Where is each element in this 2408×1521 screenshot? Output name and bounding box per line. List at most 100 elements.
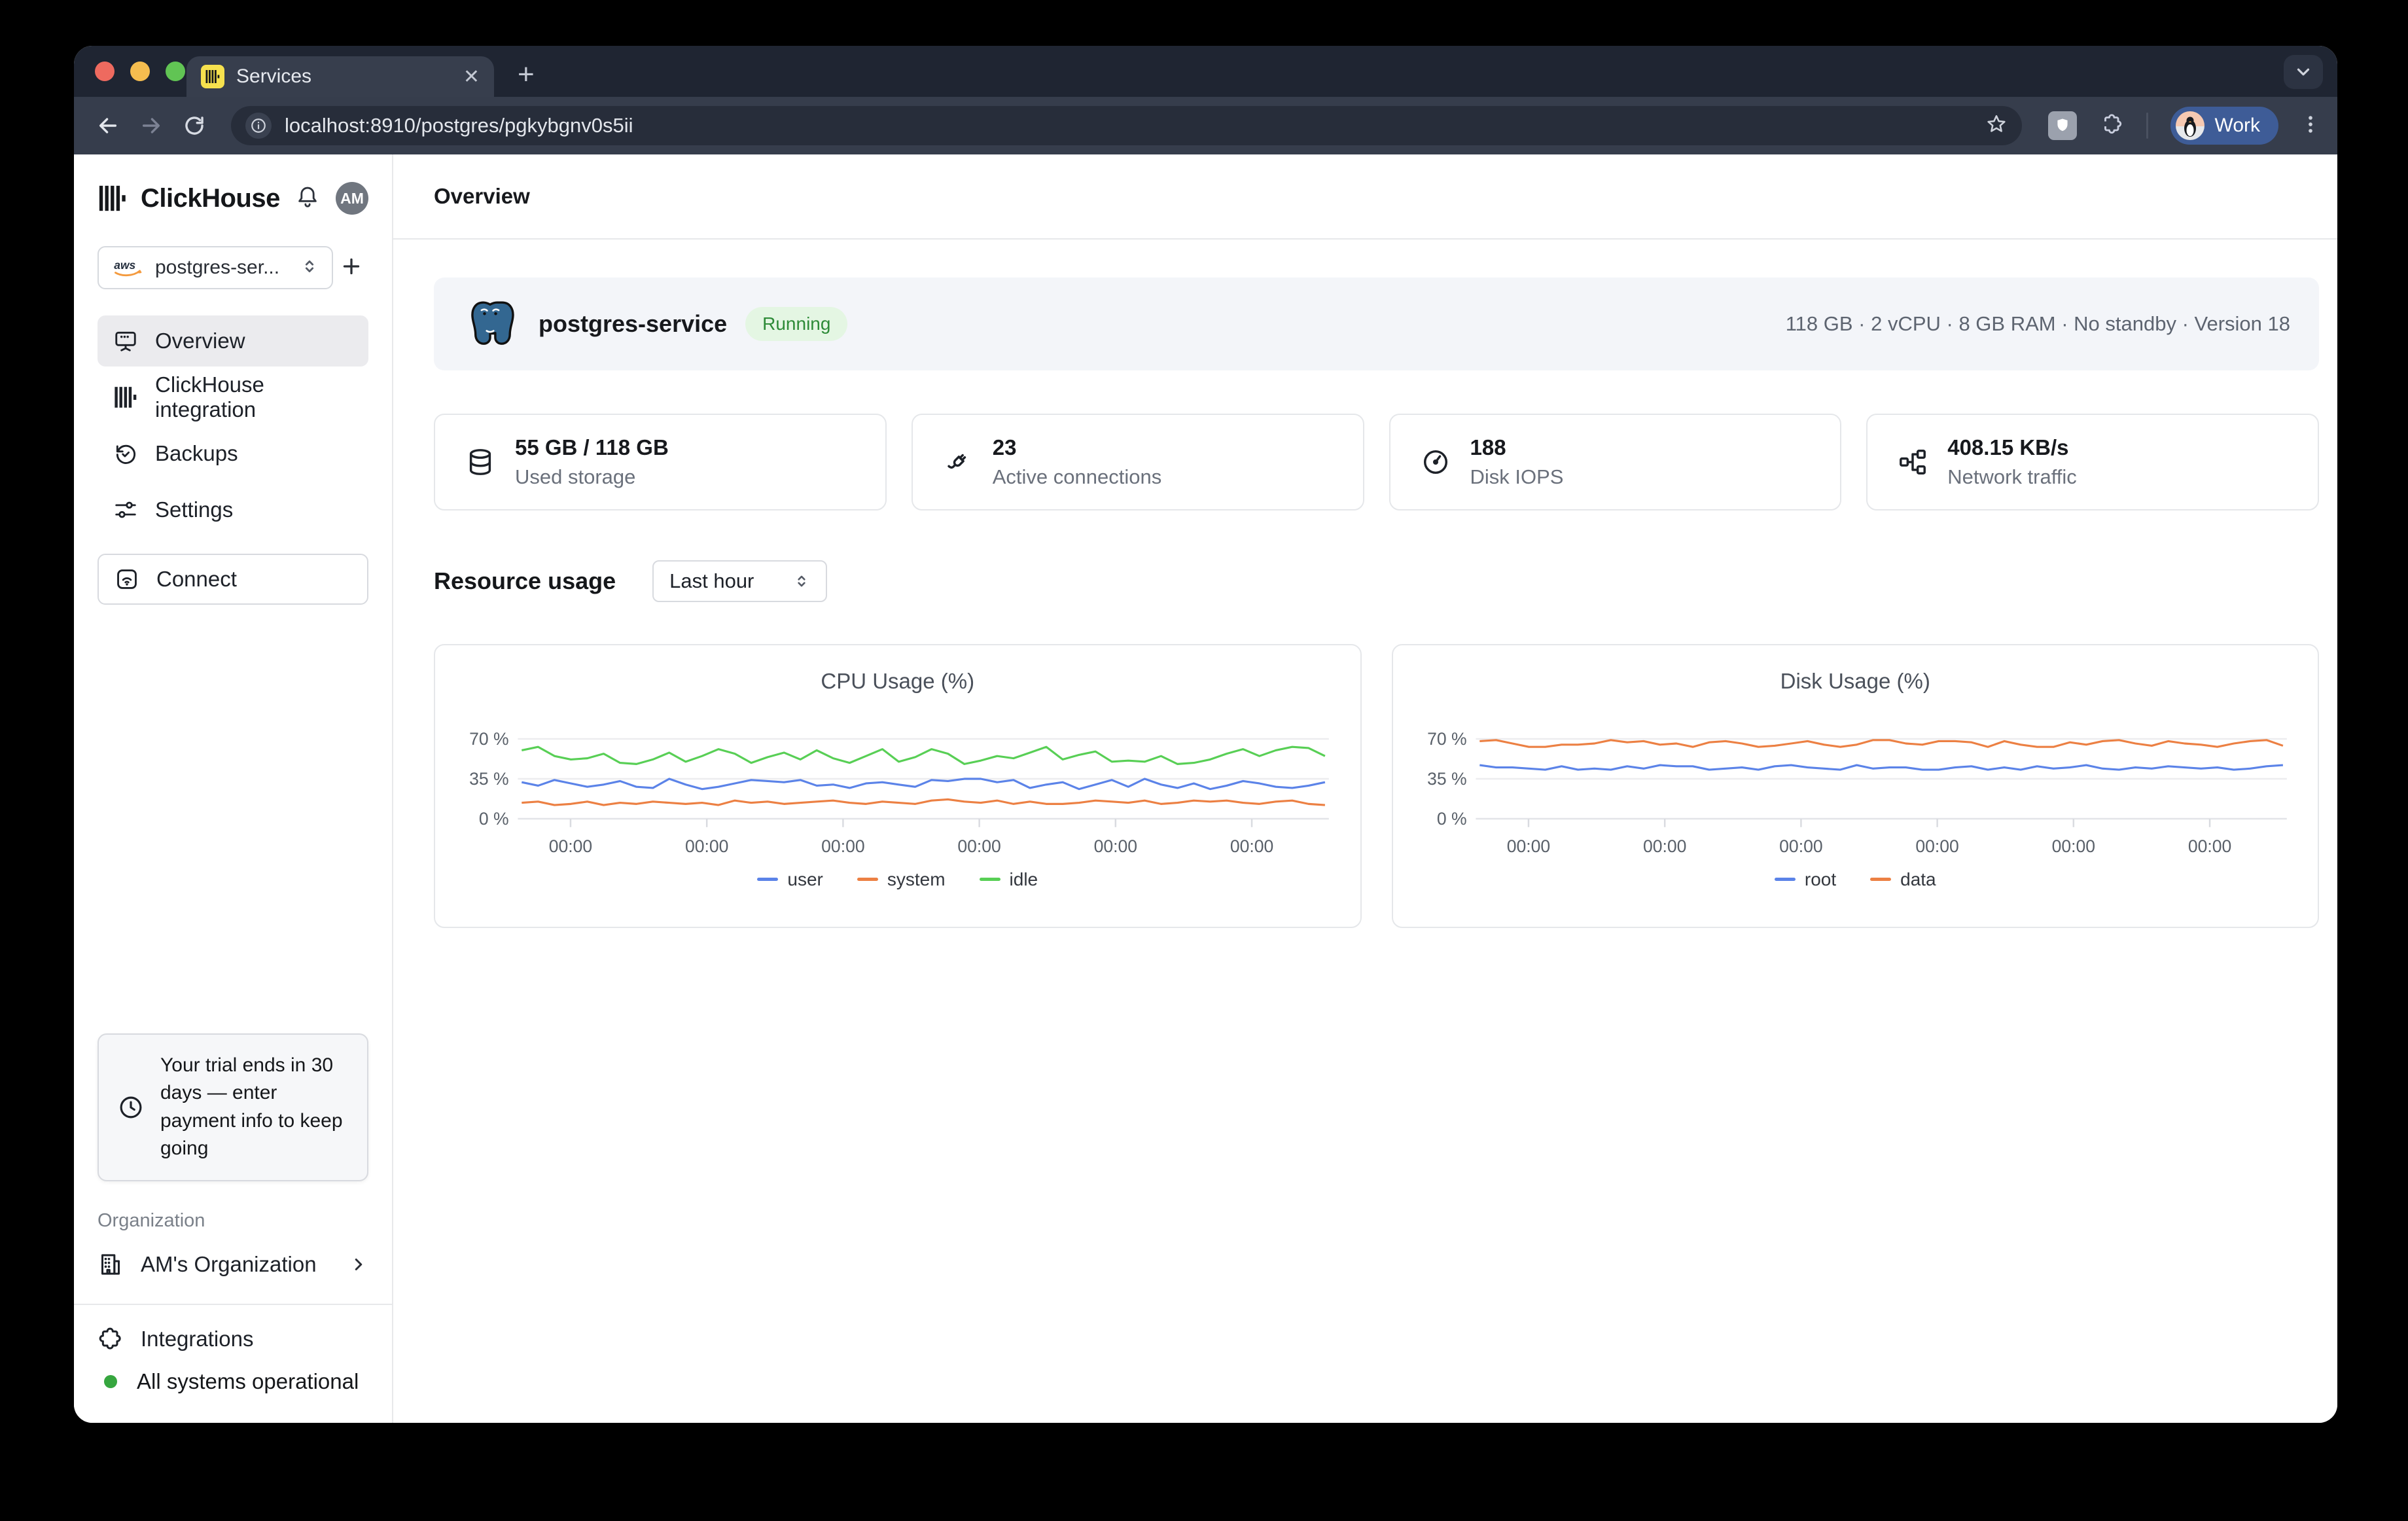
svg-text:00:00: 00:00 (2187, 836, 2231, 856)
legend-item-idle[interactable]: idle (980, 869, 1038, 890)
service-specs: 118 GB · 2 vCPU · 8 GB RAM · No standby … (1786, 312, 2290, 336)
tab-close-icon[interactable]: ✕ (463, 65, 480, 88)
svg-text:00:00: 00:00 (1642, 836, 1686, 856)
stat-card-used-storage: 55 GB / 118 GBUsed storage (434, 414, 887, 510)
add-service-button[interactable] (340, 255, 363, 281)
connect-button[interactable]: Connect (97, 554, 368, 605)
profile-label: Work (2215, 115, 2260, 137)
legend-item-data[interactable]: data (1870, 869, 1936, 890)
svg-text:70 %: 70 % (1427, 729, 1467, 749)
new-tab-button[interactable]: + (518, 60, 535, 89)
stat-value: 188 (1470, 435, 1564, 460)
chart-card-disk-usage-: Disk Usage (%)0 %35 %70 %00:0000:0000:00… (1392, 644, 2320, 928)
series-root (1479, 765, 2283, 770)
url-text: localhost:8910/postgres/pgkybgnv0s5ii (285, 114, 1972, 137)
sidebar: ClickHouse AM aws postgres-ser... Overvi… (74, 154, 393, 1423)
svg-text:00:00: 00:00 (821, 836, 864, 856)
legend-dash (757, 878, 778, 881)
reload-button[interactable] (176, 107, 213, 144)
organization-name: AM's Organization (141, 1252, 332, 1277)
status-badge: Running (745, 307, 847, 341)
forward-arrow-icon (140, 115, 162, 137)
legend-label: data (1900, 869, 1936, 890)
service-header-card: postgres-service Running 118 GB · 2 vCPU… (434, 277, 2319, 370)
window-controls (95, 62, 185, 81)
user-avatar[interactable]: AM (336, 182, 368, 215)
legend-label: idle (1010, 869, 1038, 890)
svg-text:70 %: 70 % (469, 729, 509, 749)
sidebar-item-label: ClickHouse integration (155, 372, 353, 422)
site-info-icon[interactable] (245, 113, 272, 139)
clickhouse-logo-icon (97, 183, 128, 213)
svg-text:00:00: 00:00 (549, 836, 592, 856)
reload-icon (183, 115, 205, 137)
legend-dash (980, 878, 1000, 881)
legend-item-user[interactable]: user (757, 869, 823, 890)
svg-text:00:00: 00:00 (1506, 836, 1549, 856)
select-updown-icon (793, 573, 810, 590)
brand-name: ClickHouse (141, 184, 295, 213)
legend-item-system[interactable]: system (857, 869, 946, 890)
system-status-row[interactable]: All systems operational (97, 1369, 368, 1394)
history-icon (113, 441, 138, 466)
address-bar[interactable]: localhost:8910/postgres/pgkybgnv0s5ii (231, 106, 2022, 145)
sidebar-nav: Overview ClickHouse integration BackupsSet… (97, 315, 368, 535)
legend-label: root (1805, 869, 1836, 890)
integrations-row[interactable]: Integrations (97, 1326, 368, 1352)
profile-button[interactable]: Work (2170, 107, 2278, 145)
network-icon (1898, 447, 1928, 477)
svg-text:aws: aws (114, 259, 135, 272)
sidebar-item-backups[interactable]: Backups (97, 428, 368, 479)
zoom-window-button[interactable] (166, 62, 185, 81)
series-data (1479, 740, 2283, 747)
shield-extension-icon[interactable] (2048, 111, 2077, 140)
stat-value: 55 GB / 118 GB (515, 435, 669, 460)
extensions-icon[interactable] (2100, 113, 2124, 139)
bookmark-star-icon[interactable] (1985, 113, 2008, 139)
stat-label: Active connections (993, 465, 1161, 489)
svg-text:0 %: 0 % (479, 809, 509, 829)
chart-legend: root data (1411, 869, 2300, 890)
close-window-button[interactable] (95, 62, 115, 81)
browser-tab-services[interactable]: Services ✕ (186, 56, 494, 97)
time-range-value: Last hour (669, 569, 754, 593)
chart-plot: 0 %35 %70 %00:0000:0000:0000:0000:0000:0… (453, 700, 1342, 868)
svg-text:00:00: 00:00 (1230, 836, 1273, 856)
main-content: Overview postgres-service Running 118 GB… (393, 154, 2337, 1423)
notifications-bell-icon[interactable] (295, 185, 320, 213)
toolbar-separator (2146, 113, 2148, 139)
sidebar-item-label: Overview (155, 329, 245, 353)
sidebar-item-overview[interactable]: Overview (97, 315, 368, 367)
svg-text:00:00: 00:00 (1094, 836, 1137, 856)
browser-toolbar: localhost:8910/postgres/pgkybgnv0s5ii Wo… (74, 97, 2337, 154)
legend-item-root[interactable]: root (1775, 869, 1836, 890)
chevron-down-icon (2293, 62, 2313, 82)
sidebar-item-settings[interactable]: Settings (97, 484, 368, 535)
browser-menu-icon[interactable] (2299, 113, 2322, 139)
svg-text:00:00: 00:00 (1779, 836, 1822, 856)
clickhouse-favicon (201, 65, 224, 88)
plug-icon (943, 447, 973, 477)
organization-row[interactable]: AM's Organization (97, 1251, 368, 1278)
svg-text:00:00: 00:00 (685, 836, 728, 856)
connect-label: Connect (156, 567, 237, 592)
forward-button[interactable] (133, 107, 169, 144)
svg-text:35 %: 35 % (469, 769, 509, 789)
svg-text:00:00: 00:00 (1915, 836, 1958, 856)
tab-overflow-button[interactable] (2284, 55, 2323, 89)
connect-icon (115, 567, 139, 592)
resource-usage-title: Resource usage (434, 567, 616, 595)
minimize-window-button[interactable] (130, 62, 150, 81)
series-user (522, 779, 1325, 789)
sidebar-item-clickhouse-integration[interactable]: ClickHouse integration (97, 372, 368, 423)
time-range-select[interactable]: Last hour (652, 560, 827, 602)
sidebar-divider (74, 1304, 392, 1305)
page-header: Overview (393, 154, 2337, 240)
legend-dash (857, 878, 878, 881)
integrations-label: Integrations (141, 1327, 253, 1351)
stat-card-active-connections: 23Active connections (912, 414, 1364, 510)
sliders-icon (113, 497, 138, 522)
service-selector[interactable]: aws postgres-ser... (97, 246, 333, 289)
back-button[interactable] (90, 107, 126, 144)
series-system (522, 799, 1325, 805)
